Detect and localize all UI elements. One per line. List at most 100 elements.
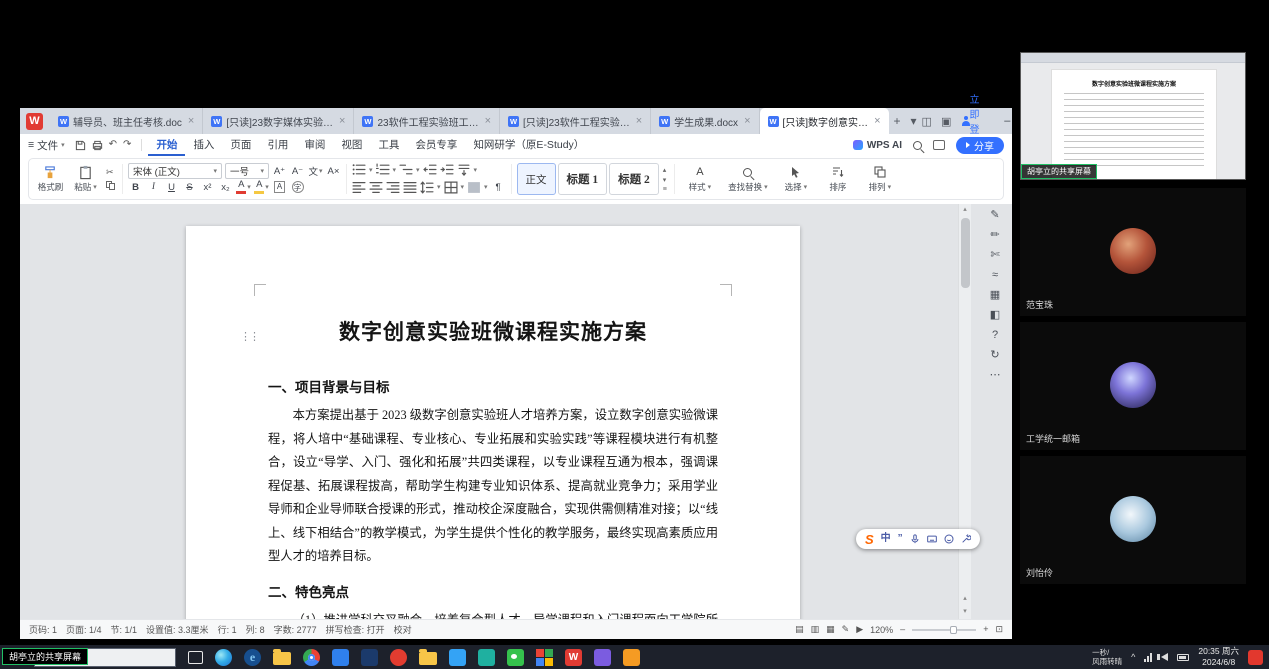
style-scroll-down-icon[interactable]: ▾ xyxy=(663,176,667,184)
chevron-down-icon[interactable]: ▾ xyxy=(474,166,478,174)
text-direction-icon[interactable] xyxy=(457,163,471,176)
grid-tool-icon[interactable]: ▦ xyxy=(990,290,1000,301)
document-tab[interactable]: W [只读]23软件工程实验… × xyxy=(500,108,652,134)
menu-tab-page[interactable]: 页面 xyxy=(222,134,259,156)
font-name-select[interactable]: 宋体 (正文) ▾ xyxy=(128,163,222,179)
skin-settings-icon[interactable]: ▣ xyxy=(941,115,951,128)
chevron-down-icon[interactable]: ▾ xyxy=(369,166,373,174)
share-button[interactable]: 分享 xyxy=(956,136,1004,154)
notification-badge-icon[interactable] xyxy=(1248,649,1263,665)
menu-tab-view[interactable]: 视图 xyxy=(333,134,370,156)
zoom-slider[interactable] xyxy=(912,625,977,634)
menu-tab-tools[interactable]: 工具 xyxy=(370,134,407,156)
tab-close-icon[interactable]: × xyxy=(188,115,194,127)
app-grid-icon[interactable] xyxy=(536,648,553,666)
status-proofread[interactable]: 校对 xyxy=(394,623,412,636)
wps-office-icon[interactable]: W xyxy=(565,648,582,666)
document-tab[interactable]: W 学生成果.docx × xyxy=(651,108,760,134)
scroll-up-icon[interactable]: ▴ xyxy=(959,204,971,216)
number-list-icon[interactable] xyxy=(375,163,390,176)
chevron-down-icon[interactable]: ▾ xyxy=(393,166,397,174)
folder-icon[interactable] xyxy=(419,649,437,665)
previous-page-icon[interactable]: ▴ xyxy=(963,594,967,602)
hidden-icons-chevron[interactable]: ^ xyxy=(1131,652,1135,662)
bold-button[interactable]: B xyxy=(128,179,143,195)
decrease-font-button[interactable]: A⁻ xyxy=(290,163,305,179)
screen-share-thumbnail[interactable]: 数字创意实验班微课程实施方案 胡亭立的共享屏幕 xyxy=(1020,52,1246,180)
line-spacing-icon[interactable] xyxy=(420,180,434,194)
redo-icon[interactable]: ↷ xyxy=(123,140,131,150)
taskbar-app-icon[interactable] xyxy=(478,648,495,666)
contrast-tool-icon[interactable]: ◧ xyxy=(990,310,1000,321)
wave-tool-icon[interactable]: ≈ xyxy=(992,270,998,281)
paste-button[interactable]: 粘贴 ▾ xyxy=(69,161,102,197)
styles-tool-button[interactable]: A 样式 ▾ xyxy=(680,166,720,193)
find-replace-button[interactable]: 查找替换 ▾ xyxy=(722,166,774,193)
style-scroll-up-icon[interactable]: ▴ xyxy=(663,166,667,174)
text-tools-button[interactable]: 文 ▾ xyxy=(308,163,323,179)
paragraph-drag-handle-icon[interactable]: ⋮⋮ xyxy=(240,330,260,343)
edit-mode-icon[interactable]: ✎ xyxy=(842,625,850,634)
highlight-button[interactable]: A ▾ xyxy=(254,179,269,195)
menu-tab-cnki[interactable]: 知网研学（原E-Study） xyxy=(465,134,592,156)
superscript-button[interactable]: x² xyxy=(200,179,215,195)
minimize-button[interactable]: – xyxy=(995,115,1019,127)
view-mode-print-icon[interactable]: ▤ xyxy=(795,625,804,634)
weather-widget[interactable]: 一秒/ 风雨转晴 xyxy=(1092,648,1122,667)
strikethrough-button[interactable]: S xyxy=(182,179,197,195)
edge-browser-icon[interactable] xyxy=(215,648,232,666)
font-size-select[interactable]: 一号 ▾ xyxy=(225,163,269,179)
save-icon[interactable] xyxy=(75,140,86,151)
chevron-down-icon[interactable]: ▾ xyxy=(484,183,488,191)
task-view-icon[interactable] xyxy=(188,650,203,664)
menu-tab-home[interactable]: 开始 xyxy=(148,134,185,156)
tab-close-icon[interactable]: × xyxy=(874,115,880,127)
clock[interactable]: 20:35 周六 2024/6/8 xyxy=(1198,646,1239,668)
participant-tile[interactable]: 工学统一邮箱 xyxy=(1020,322,1246,450)
undo-icon[interactable]: ↶ xyxy=(109,140,117,150)
more-tools-icon[interactable]: ⋯ xyxy=(990,370,1001,381)
sort-button[interactable]: 排序 xyxy=(818,166,858,193)
cooperation-icon[interactable] xyxy=(933,140,945,150)
annotate-pen-icon[interactable]: ✎ xyxy=(990,210,999,221)
clip-icon[interactable]: ✄ xyxy=(990,250,999,261)
history-icon[interactable]: ↻ xyxy=(990,350,999,361)
battery-icon[interactable] xyxy=(1177,653,1190,661)
volume-icon[interactable] xyxy=(1157,653,1169,661)
chrome-browser-icon[interactable] xyxy=(303,648,320,666)
tab-close-icon[interactable]: × xyxy=(744,115,750,127)
taskbar-app-icon[interactable] xyxy=(390,648,407,666)
taskbar-app-icon[interactable] xyxy=(623,648,640,666)
document-tab-active[interactable]: W [只读]数字创意实… × xyxy=(759,108,889,134)
chevron-down-icon[interactable]: ▾ xyxy=(416,166,420,174)
participant-tile[interactable]: 刘怡伶 xyxy=(1020,456,1246,584)
scrollbar-thumb[interactable] xyxy=(961,218,970,288)
network-icon[interactable] xyxy=(1144,652,1153,662)
underline-button[interactable]: U xyxy=(164,179,179,195)
status-word-count[interactable]: 字数: 2777 xyxy=(274,623,317,636)
tab-list-dropdown-icon[interactable]: ▾ xyxy=(906,114,922,128)
italic-button[interactable]: I xyxy=(146,179,161,195)
copy-icon[interactable] xyxy=(106,181,115,190)
arrange-button[interactable]: 排列 ▾ xyxy=(860,166,900,193)
print-icon[interactable] xyxy=(92,140,103,151)
menu-tab-member[interactable]: 会员专享 xyxy=(407,134,465,156)
multilevel-list-icon[interactable] xyxy=(399,163,413,176)
window-layout-icon[interactable]: ◫ xyxy=(922,115,932,128)
wps-ai-button[interactable]: WPS AI xyxy=(852,140,902,151)
character-border-button[interactable]: A xyxy=(272,179,287,195)
indent-increase-icon[interactable] xyxy=(440,163,454,176)
zoom-slider-thumb[interactable] xyxy=(950,625,958,634)
ie-browser-icon[interactable]: e xyxy=(244,648,261,666)
file-menu-button[interactable]: ≡ 文件 ▾ xyxy=(28,138,65,153)
menu-tab-insert[interactable]: 插入 xyxy=(185,134,222,156)
microphone-icon[interactable] xyxy=(910,534,920,544)
toolbox-wrench-icon[interactable] xyxy=(961,534,971,544)
taskbar-app-icon[interactable] xyxy=(332,648,349,666)
status-spellcheck[interactable]: 拼写检查: 打开 xyxy=(326,623,385,636)
chevron-down-icon[interactable]: ▾ xyxy=(461,183,465,191)
select-button[interactable]: 选择 ▾ xyxy=(776,166,816,193)
taskbar-app-icon[interactable] xyxy=(449,648,466,666)
help-icon[interactable]: ? xyxy=(992,330,998,341)
cut-icon[interactable]: ✂ xyxy=(106,168,115,177)
